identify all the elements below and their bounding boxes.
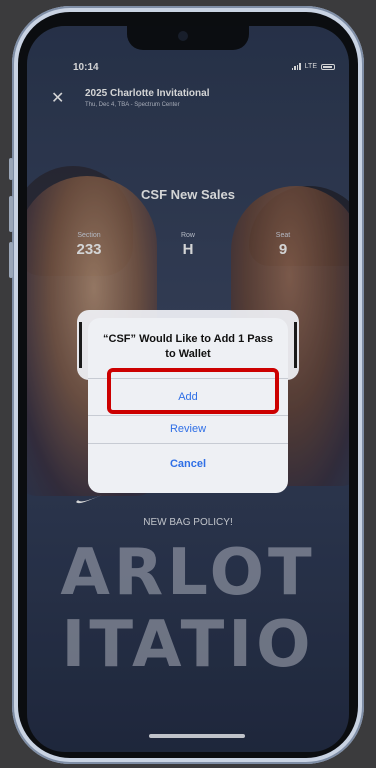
review-button[interactable]: Review: [88, 416, 288, 442]
wallet-sheet-edge-left: [79, 322, 82, 368]
side-button: [9, 158, 13, 180]
volume-down-button: [9, 242, 13, 278]
phone-screen: 10:14 LTE ✕ 2025 Charlotte Invitational …: [27, 26, 349, 752]
cancel-button[interactable]: Cancel: [88, 444, 288, 484]
add-button-highlight: [107, 368, 279, 414]
volume-up-button: [9, 196, 13, 232]
screenshot-stage: 10:14 LTE ✕ 2025 Charlotte Invitational …: [0, 0, 376, 768]
wallet-sheet-edge-right: [294, 322, 297, 368]
alert-title: “CSF” Would Like to Add 1 Pass to Wallet: [103, 333, 273, 360]
